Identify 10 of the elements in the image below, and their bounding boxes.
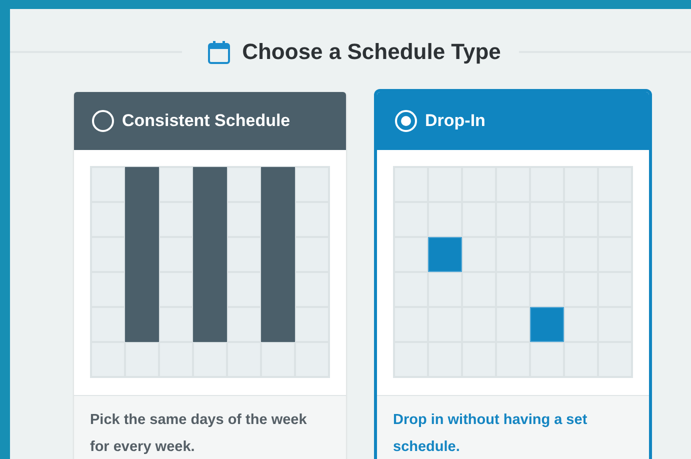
radio-button[interactable] xyxy=(395,110,417,132)
radio-button[interactable] xyxy=(92,110,114,132)
option-description: Drop in without having a set schedule. xyxy=(377,395,649,459)
option-header[interactable]: Consistent Schedule xyxy=(74,92,346,150)
calendar-icon xyxy=(208,40,230,64)
option-title: Drop-In xyxy=(425,111,486,131)
option-title: Consistent Schedule xyxy=(122,111,290,131)
option-header[interactable]: Drop-In xyxy=(377,92,649,150)
section-heading: Choose a Schedule Type xyxy=(242,39,501,65)
option-description: Pick the same days of the week for every week. xyxy=(74,395,346,459)
